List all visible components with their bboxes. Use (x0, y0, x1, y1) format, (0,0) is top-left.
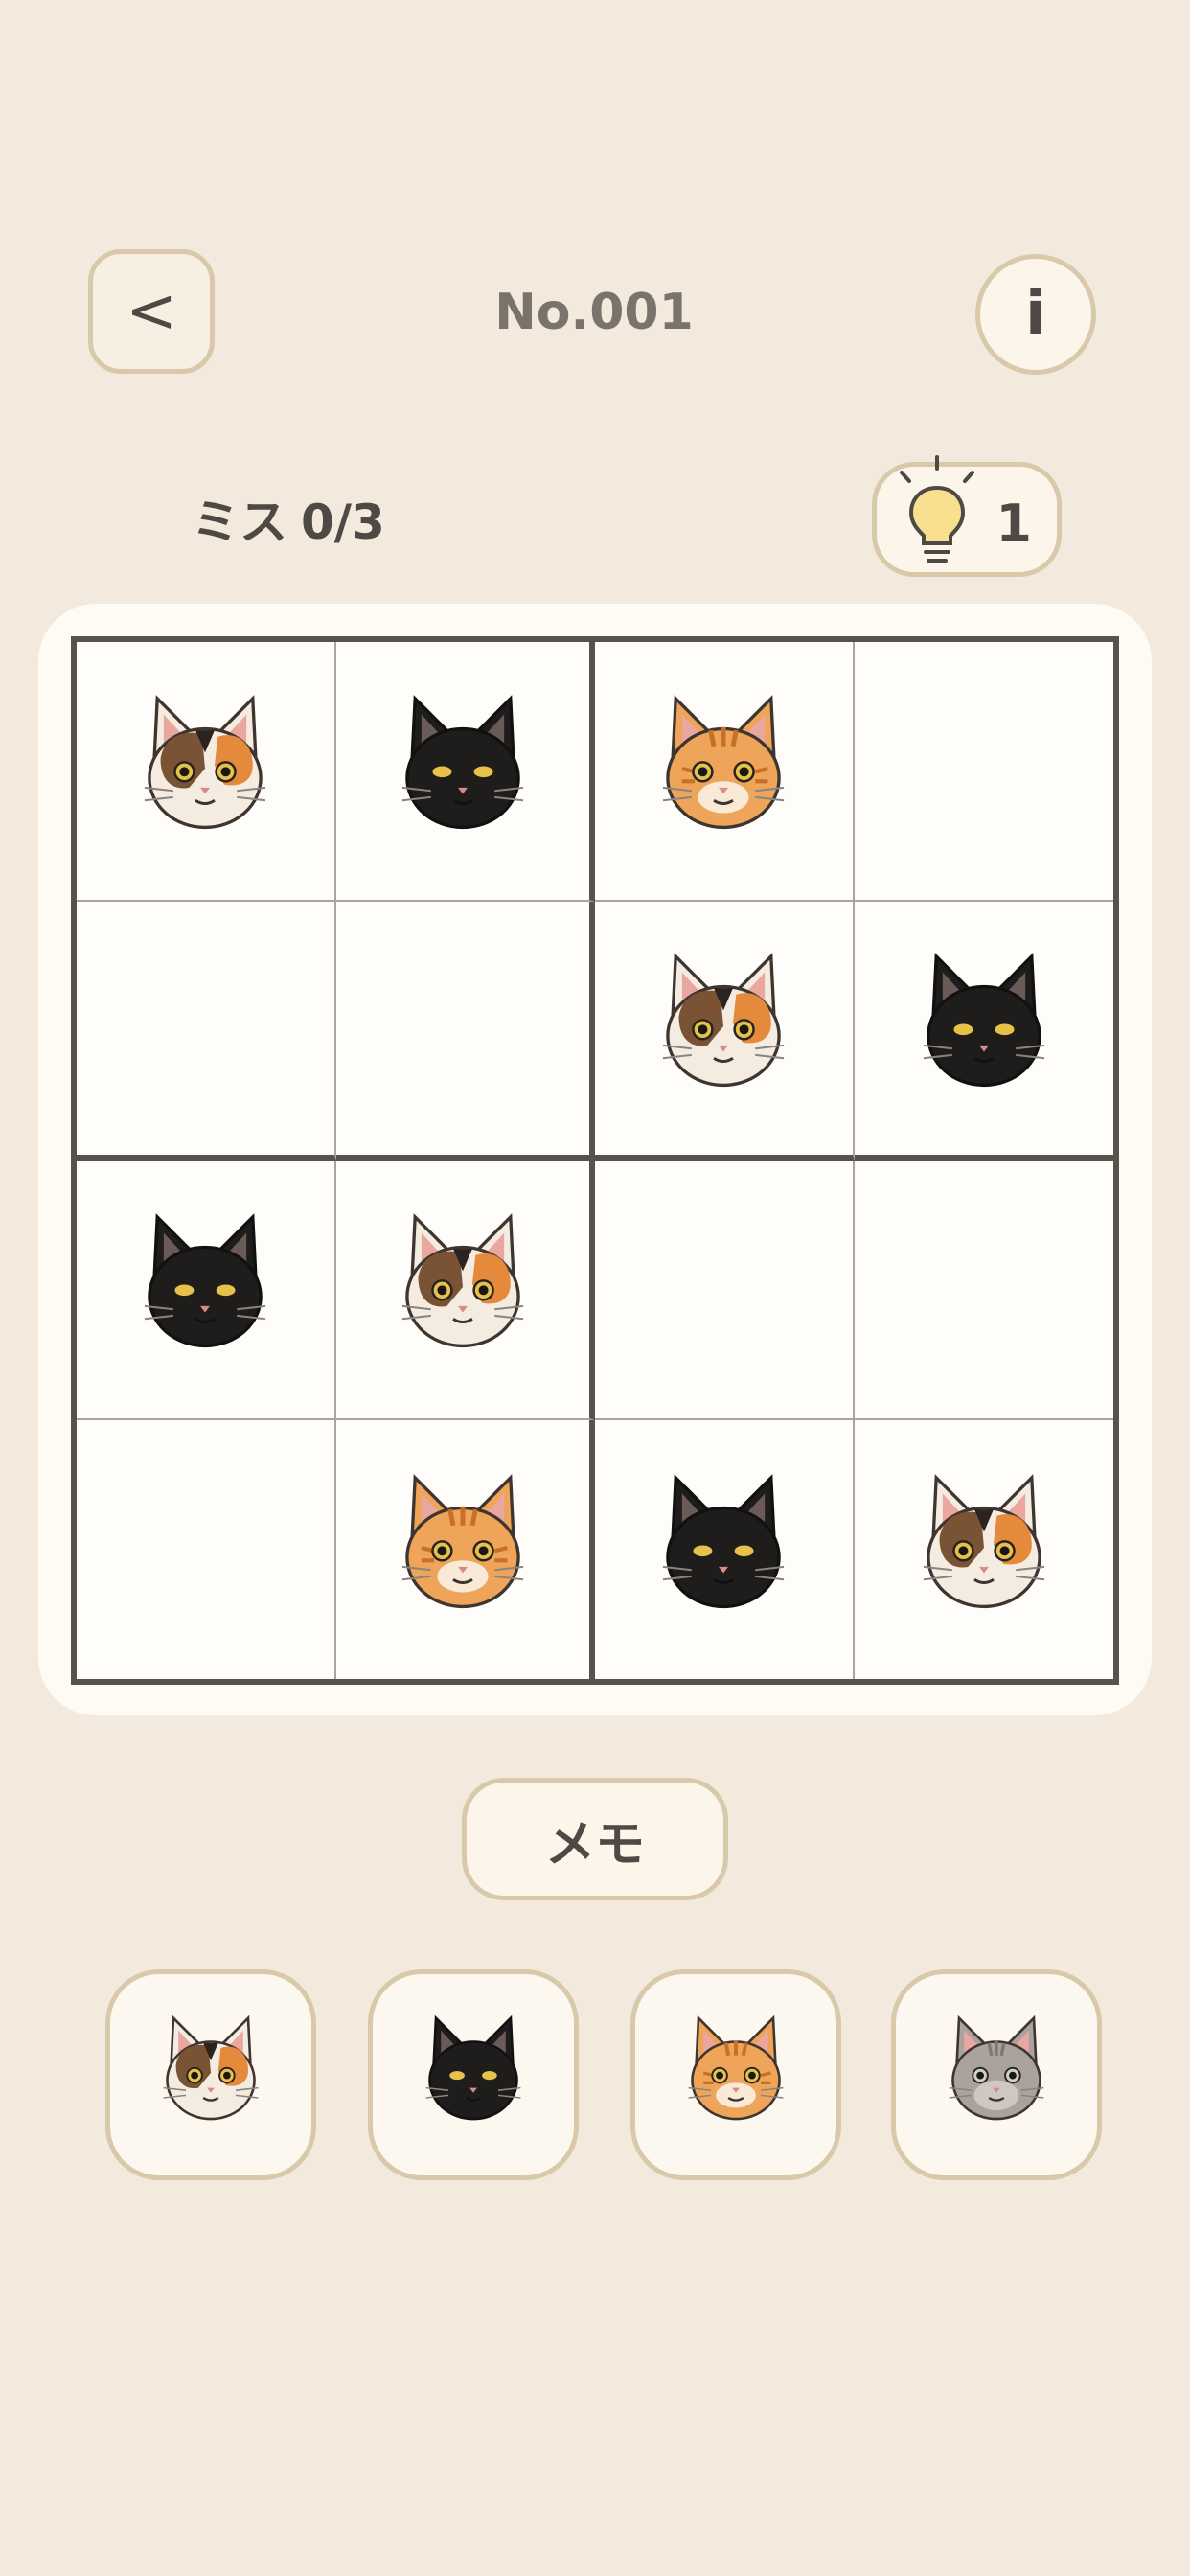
grid-cell-r1c4[interactable] (854, 642, 1113, 902)
hint-button[interactable]: 1 (872, 455, 1062, 577)
grid-cell-r3c4[interactable] (854, 1161, 1113, 1420)
lightbulb-icon (900, 455, 974, 563)
palette-gray-button[interactable] (891, 1969, 1102, 2180)
memo-label: メモ (544, 1815, 645, 1874)
grid-cell-r1c3[interactable] (595, 642, 855, 902)
palette-black-button[interactable] (368, 1969, 579, 2180)
black-cat-icon (644, 1468, 803, 1631)
calico-cat-icon (383, 1208, 542, 1370)
calico-cat-icon (126, 689, 285, 852)
calico-cat-icon (149, 2011, 273, 2139)
miss-value: 0/3 (301, 494, 385, 550)
grid-cell-r3c1[interactable] (77, 1161, 336, 1420)
grid-cell-r4c2[interactable] (335, 1419, 595, 1679)
puzzle-grid (71, 636, 1119, 1685)
calico-cat-icon (644, 947, 803, 1110)
grid-cell-r2c4[interactable] (854, 901, 1113, 1161)
grid-cell-r2c2[interactable] (335, 901, 595, 1161)
orange-cat-icon (644, 689, 803, 852)
black-cat-icon (904, 947, 1064, 1110)
grid-cell-r4c1[interactable] (77, 1419, 336, 1679)
grid-cell-r2c3[interactable] (595, 901, 855, 1161)
grid-cell-r1c1[interactable] (77, 642, 336, 902)
orange-cat-icon (383, 1468, 542, 1631)
black-cat-icon (126, 1208, 285, 1370)
grid-cell-r4c4[interactable] (854, 1419, 1113, 1679)
game-screen: < No.001 i ミス 0/3 1 メモ (0, 0, 1190, 2576)
grid-cell-r2c1[interactable] (77, 901, 336, 1161)
calico-cat-icon (904, 1468, 1064, 1631)
grid-cell-r4c3[interactable] (595, 1419, 855, 1679)
palette-calico-button[interactable] (105, 1969, 316, 2180)
black-cat-icon (411, 2011, 536, 2139)
memo-button[interactable]: メモ (462, 1778, 728, 1900)
puzzle-title: No.001 (494, 284, 694, 341)
orange-cat-icon (674, 2011, 798, 2139)
grid-cell-r3c2[interactable] (335, 1161, 595, 1420)
miss-counter: ミス 0/3 (192, 484, 385, 553)
gray-cat-icon (934, 2011, 1059, 2139)
info-button[interactable]: i (975, 254, 1096, 375)
info-label: i (1025, 279, 1046, 350)
grid-cell-r3c3[interactable] (595, 1161, 855, 1420)
black-cat-icon (383, 689, 542, 852)
miss-label: ミス (192, 494, 287, 550)
grid-cell-r1c2[interactable] (335, 642, 595, 902)
back-label: < (126, 276, 177, 347)
hint-count: 1 (995, 494, 1032, 554)
back-button[interactable]: < (88, 249, 215, 374)
palette-orange-button[interactable] (630, 1969, 841, 2180)
